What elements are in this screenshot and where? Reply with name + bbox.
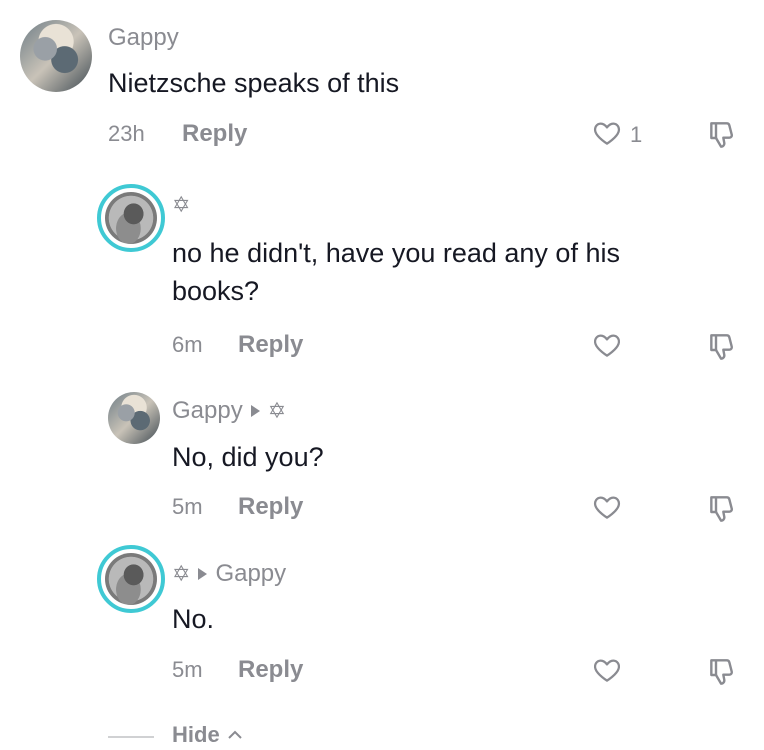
comment-text: no he didn't, have you read any of his b… bbox=[172, 238, 620, 306]
reply-button[interactable]: Reply bbox=[238, 493, 303, 521]
heart-outline-icon[interactable] bbox=[592, 655, 622, 685]
divider bbox=[108, 736, 154, 738]
avatar-ring[interactable] bbox=[97, 184, 165, 252]
comment-timestamp: 5m bbox=[172, 657, 203, 682]
comment-author[interactable]: Gappy bbox=[108, 24, 179, 52]
chevron-up-icon bbox=[227, 730, 242, 739]
reply-button[interactable]: Reply bbox=[182, 120, 247, 148]
comment-timestamp: 5m bbox=[172, 494, 203, 519]
avatar[interactable] bbox=[108, 392, 160, 444]
comment-author[interactable]: ✡ bbox=[172, 192, 190, 218]
comment-timestamp: 6m bbox=[172, 332, 203, 357]
thumbs-down-icon[interactable] bbox=[706, 655, 738, 687]
heart-outline-icon[interactable] bbox=[592, 330, 622, 360]
avatar bbox=[105, 192, 157, 244]
avatar[interactable] bbox=[20, 20, 92, 92]
star-of-david-icon: ✡ bbox=[172, 561, 191, 586]
hide-label: Hide bbox=[172, 722, 220, 747]
reply-arrow-icon bbox=[250, 405, 260, 417]
star-of-david-icon: ✡ bbox=[267, 398, 287, 423]
heart-outline-icon[interactable] bbox=[592, 492, 622, 522]
star-of-david-icon: ✡ bbox=[172, 192, 191, 217]
comment-author[interactable]: Gappy ✡ bbox=[172, 397, 286, 425]
avatar bbox=[105, 553, 157, 605]
comment-timestamp: 23h bbox=[108, 121, 145, 146]
reply-button[interactable]: Reply bbox=[238, 331, 303, 359]
comment-text: Nietzsche speaks of this bbox=[108, 68, 400, 98]
reply-arrow-icon bbox=[198, 568, 208, 580]
thumbs-down-icon[interactable] bbox=[706, 492, 738, 524]
hide-replies-button[interactable]: Hide bbox=[172, 722, 244, 748]
heart-outline-icon[interactable] bbox=[592, 118, 622, 148]
avatar-ring[interactable] bbox=[97, 545, 165, 613]
reply-button[interactable]: Reply bbox=[238, 656, 303, 684]
like-count: 1 bbox=[630, 122, 643, 147]
thumbs-down-icon[interactable] bbox=[706, 330, 738, 362]
comment-text: No. bbox=[172, 604, 215, 634]
comment-text: No, did you? bbox=[172, 442, 324, 472]
thumbs-down-icon[interactable] bbox=[706, 118, 738, 150]
comment-author[interactable]: ✡ Gappy bbox=[172, 560, 286, 588]
